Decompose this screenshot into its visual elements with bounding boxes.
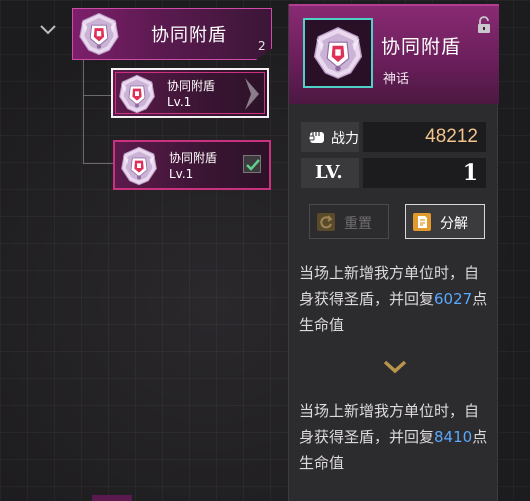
power-value-box: 48212 xyxy=(363,122,486,152)
tree-connector xyxy=(83,163,113,164)
power-row: 战力 48212 xyxy=(301,122,486,154)
level-value-box: 1 xyxy=(363,158,486,188)
next-effect-text: 当场上新增我方单位时，自身获得圣盾，并回复8410点生命值 xyxy=(299,398,489,476)
selected-arrow-icon xyxy=(241,76,263,112)
shield-emblem-icon xyxy=(311,26,365,80)
bottom-tab-indicator xyxy=(92,495,132,501)
shield-emblem-icon xyxy=(117,74,157,114)
current-effect-text: 当场上新增我方单位时，自身获得圣盾，并回复6027点生命值 xyxy=(299,260,489,338)
shield-emblem-icon xyxy=(77,12,121,56)
checkmark-icon xyxy=(246,159,260,171)
shield-emblem-icon xyxy=(119,146,159,186)
card-name: 协同附盾 xyxy=(167,79,216,93)
equipment-card-selected[interactable]: 协同附盾 Lv.1 xyxy=(111,68,269,118)
detail-header: 协同附盾 神话 xyxy=(289,4,499,104)
group-count: 2 xyxy=(258,39,266,53)
effect-heal-value: 8410 xyxy=(434,428,473,446)
collapse-chevron-icon[interactable] xyxy=(38,22,58,38)
reset-button[interactable]: 重置 xyxy=(309,204,389,239)
item-name: 协同附盾 xyxy=(381,36,462,58)
equipment-group-header[interactable]: 协同附盾 2 xyxy=(72,8,272,60)
level-row: LV. 1 xyxy=(301,158,486,190)
level-label: LV. xyxy=(315,162,343,183)
item-rarity: 神话 xyxy=(383,72,410,87)
equipped-checkbox[interactable] xyxy=(243,155,261,173)
upgrade-arrow-icon xyxy=(383,359,407,374)
level-label-box: LV. xyxy=(301,158,359,188)
tree-connector xyxy=(83,95,111,96)
tree-connector xyxy=(83,60,84,164)
reset-icon xyxy=(316,212,336,232)
item-icon-frame xyxy=(303,18,373,88)
card-level: Lv.1 xyxy=(167,95,192,109)
equipment-card[interactable]: 协同附盾 Lv.1 xyxy=(113,140,271,190)
power-label-box: 战力 xyxy=(301,122,359,152)
group-title: 协同附盾 xyxy=(151,25,227,46)
disassemble-icon xyxy=(412,212,432,232)
power-label: 战力 xyxy=(331,131,359,147)
card-name: 协同附盾 xyxy=(169,151,218,165)
card-level: Lv.1 xyxy=(169,167,194,181)
detail-panel: 协同附盾 神话 战力 48212 LV. 1 重置 分解 当场上新增我方单位时，… xyxy=(288,4,499,501)
level-value: 1 xyxy=(462,160,478,186)
fist-icon xyxy=(307,127,327,147)
unlock-icon[interactable] xyxy=(477,16,491,34)
reset-label: 重置 xyxy=(344,216,372,232)
effect-heal-value: 6027 xyxy=(434,290,473,308)
disassemble-button[interactable]: 分解 xyxy=(405,204,485,239)
power-value: 48212 xyxy=(425,126,478,147)
disassemble-label: 分解 xyxy=(440,216,468,232)
